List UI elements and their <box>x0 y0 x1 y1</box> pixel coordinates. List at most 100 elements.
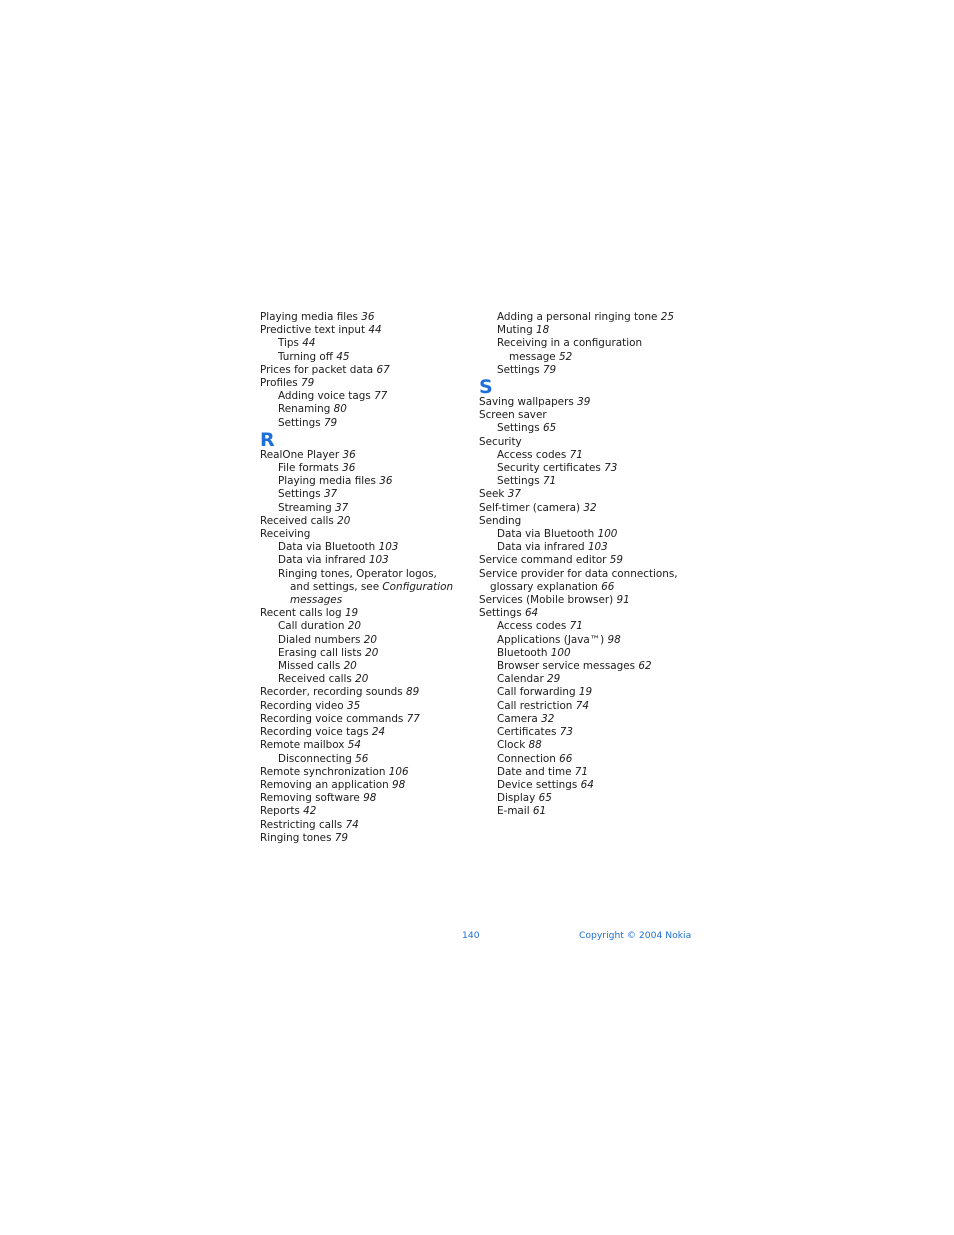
page-reference[interactable]: 91 <box>617 594 630 606</box>
page-reference[interactable]: 35 <box>347 700 360 712</box>
index-subentry: Connection 66 <box>479 753 694 766</box>
page-reference[interactable]: 66 <box>601 581 614 593</box>
page-reference[interactable]: 32 <box>541 713 554 725</box>
page-reference[interactable]: 100 <box>551 647 571 659</box>
page-reference[interactable]: 79 <box>335 832 348 844</box>
page-reference[interactable]: 19 <box>345 607 358 619</box>
page-reference[interactable]: 25 <box>661 311 674 323</box>
page-reference[interactable]: 88 <box>529 739 542 751</box>
page-reference[interactable]: 71 <box>570 620 583 632</box>
page-reference[interactable]: 59 <box>610 554 623 566</box>
page-reference[interactable]: 100 <box>598 528 618 540</box>
entry-label: Settings <box>278 488 321 501</box>
page-reference[interactable]: 37 <box>324 488 337 500</box>
page-reference[interactable]: 103 <box>369 554 389 566</box>
entry-label: Missed calls <box>278 660 341 673</box>
page-reference[interactable]: 20 <box>365 647 378 659</box>
entry-label: Security certificates <box>497 462 601 475</box>
page-reference[interactable]: 20 <box>364 634 377 646</box>
entry-label: Ringing tones <box>260 831 332 844</box>
entry-label: glossary explanation <box>490 580 598 593</box>
page-reference[interactable]: 36 <box>379 475 392 487</box>
page-reference[interactable]: 79 <box>543 364 556 376</box>
page-reference[interactable]: 52 <box>559 351 572 363</box>
index-entry: Playing media files 36 <box>260 311 470 324</box>
page-reference[interactable]: 20 <box>337 515 350 527</box>
page-reference[interactable]: 20 <box>348 620 361 632</box>
page-reference[interactable]: 24 <box>372 726 385 738</box>
page-reference[interactable]: 73 <box>604 462 617 474</box>
entry-label: Settings <box>497 422 540 435</box>
page-reference[interactable]: 36 <box>342 462 355 474</box>
page-reference[interactable]: 71 <box>570 449 583 461</box>
index-subentry: Settings 37 <box>260 488 470 501</box>
index-subentry: Missed calls 20 <box>260 660 470 673</box>
page-reference[interactable]: 64 <box>525 607 538 619</box>
page-reference[interactable]: 74 <box>346 819 359 831</box>
page-reference[interactable]: 37 <box>335 502 348 514</box>
page-reference[interactable]: 71 <box>575 766 588 778</box>
entry-label: Removing an application <box>260 778 389 791</box>
page-reference[interactable]: 54 <box>348 739 361 751</box>
page-reference[interactable]: 56 <box>355 753 368 765</box>
page-reference[interactable]: 64 <box>581 779 594 791</box>
page-reference[interactable]: 98 <box>608 634 621 646</box>
index-subentry: Bluetooth 100 <box>479 647 694 660</box>
page-reference[interactable]: 65 <box>539 792 552 804</box>
page-reference[interactable]: 89 <box>406 686 419 698</box>
page-reference[interactable]: 65 <box>543 422 556 434</box>
page-reference[interactable]: 73 <box>560 726 573 738</box>
page-reference[interactable]: 77 <box>407 713 420 725</box>
page-reference[interactable]: 44 <box>302 337 315 349</box>
page-reference[interactable]: 103 <box>379 541 399 553</box>
page-reference[interactable]: 39 <box>577 396 590 408</box>
entry-label: Profiles <box>260 377 298 390</box>
index-entry: Ringing tones 79 <box>260 832 470 845</box>
entry-label: Device settings <box>497 778 578 791</box>
page-reference[interactable]: 42 <box>303 805 316 817</box>
entry-label: Data via infrared <box>278 554 366 567</box>
index-entry: Self-timer (camera) 32 <box>479 502 694 515</box>
index-column-right: Adding a personal ringing tone 25 Muting … <box>479 311 694 819</box>
page-reference[interactable]: 19 <box>579 686 592 698</box>
index-subentry: Muting 18 <box>479 324 694 337</box>
cross-reference[interactable]: Configuration <box>382 581 453 593</box>
entry-label: RealOne Player <box>260 448 340 461</box>
page-reference[interactable]: 18 <box>536 324 549 336</box>
entry-label: Muting <box>497 324 533 337</box>
page-reference[interactable]: 74 <box>576 700 589 712</box>
cross-reference[interactable]: messages <box>290 594 342 606</box>
page-reference[interactable]: 20 <box>355 673 368 685</box>
index-subentry: Received calls 20 <box>260 673 470 686</box>
page-reference[interactable]: 61 <box>533 805 546 817</box>
page-reference[interactable]: 80 <box>334 403 347 415</box>
page-reference[interactable]: 37 <box>508 488 521 500</box>
entry-label: Settings <box>479 607 522 620</box>
page-reference[interactable]: 62 <box>638 660 651 672</box>
page-reference[interactable]: 67 <box>376 364 389 376</box>
entry-label: Settings <box>497 475 540 488</box>
page-reference[interactable]: 103 <box>588 541 608 553</box>
section-letter: R <box>260 428 275 451</box>
page-reference[interactable]: 20 <box>344 660 357 672</box>
page-reference[interactable]: 79 <box>324 417 337 429</box>
page-reference[interactable]: 32 <box>583 502 596 514</box>
page-reference[interactable]: 36 <box>343 449 356 461</box>
page-reference[interactable]: 79 <box>301 377 314 389</box>
index-entry: Security <box>479 436 694 449</box>
page-reference[interactable]: 36 <box>361 311 374 323</box>
page-reference[interactable]: 71 <box>543 475 556 487</box>
index-entry: Sending <box>479 515 694 528</box>
index-entry: Screen saver <box>479 409 694 422</box>
index-entry: Seek 37 <box>479 488 694 501</box>
page-reference[interactable]: 44 <box>368 324 381 336</box>
page-reference[interactable]: 29 <box>547 673 560 685</box>
index-subentry: Renaming 80 <box>260 403 470 416</box>
page-reference[interactable]: 45 <box>336 351 349 363</box>
page-reference[interactable]: 66 <box>559 753 572 765</box>
page-reference[interactable]: 77 <box>374 390 387 402</box>
page-reference[interactable]: 106 <box>389 766 409 778</box>
index-entry: Reports 42 <box>260 805 470 818</box>
page-reference[interactable]: 98 <box>392 779 405 791</box>
page-reference[interactable]: 98 <box>363 792 376 804</box>
